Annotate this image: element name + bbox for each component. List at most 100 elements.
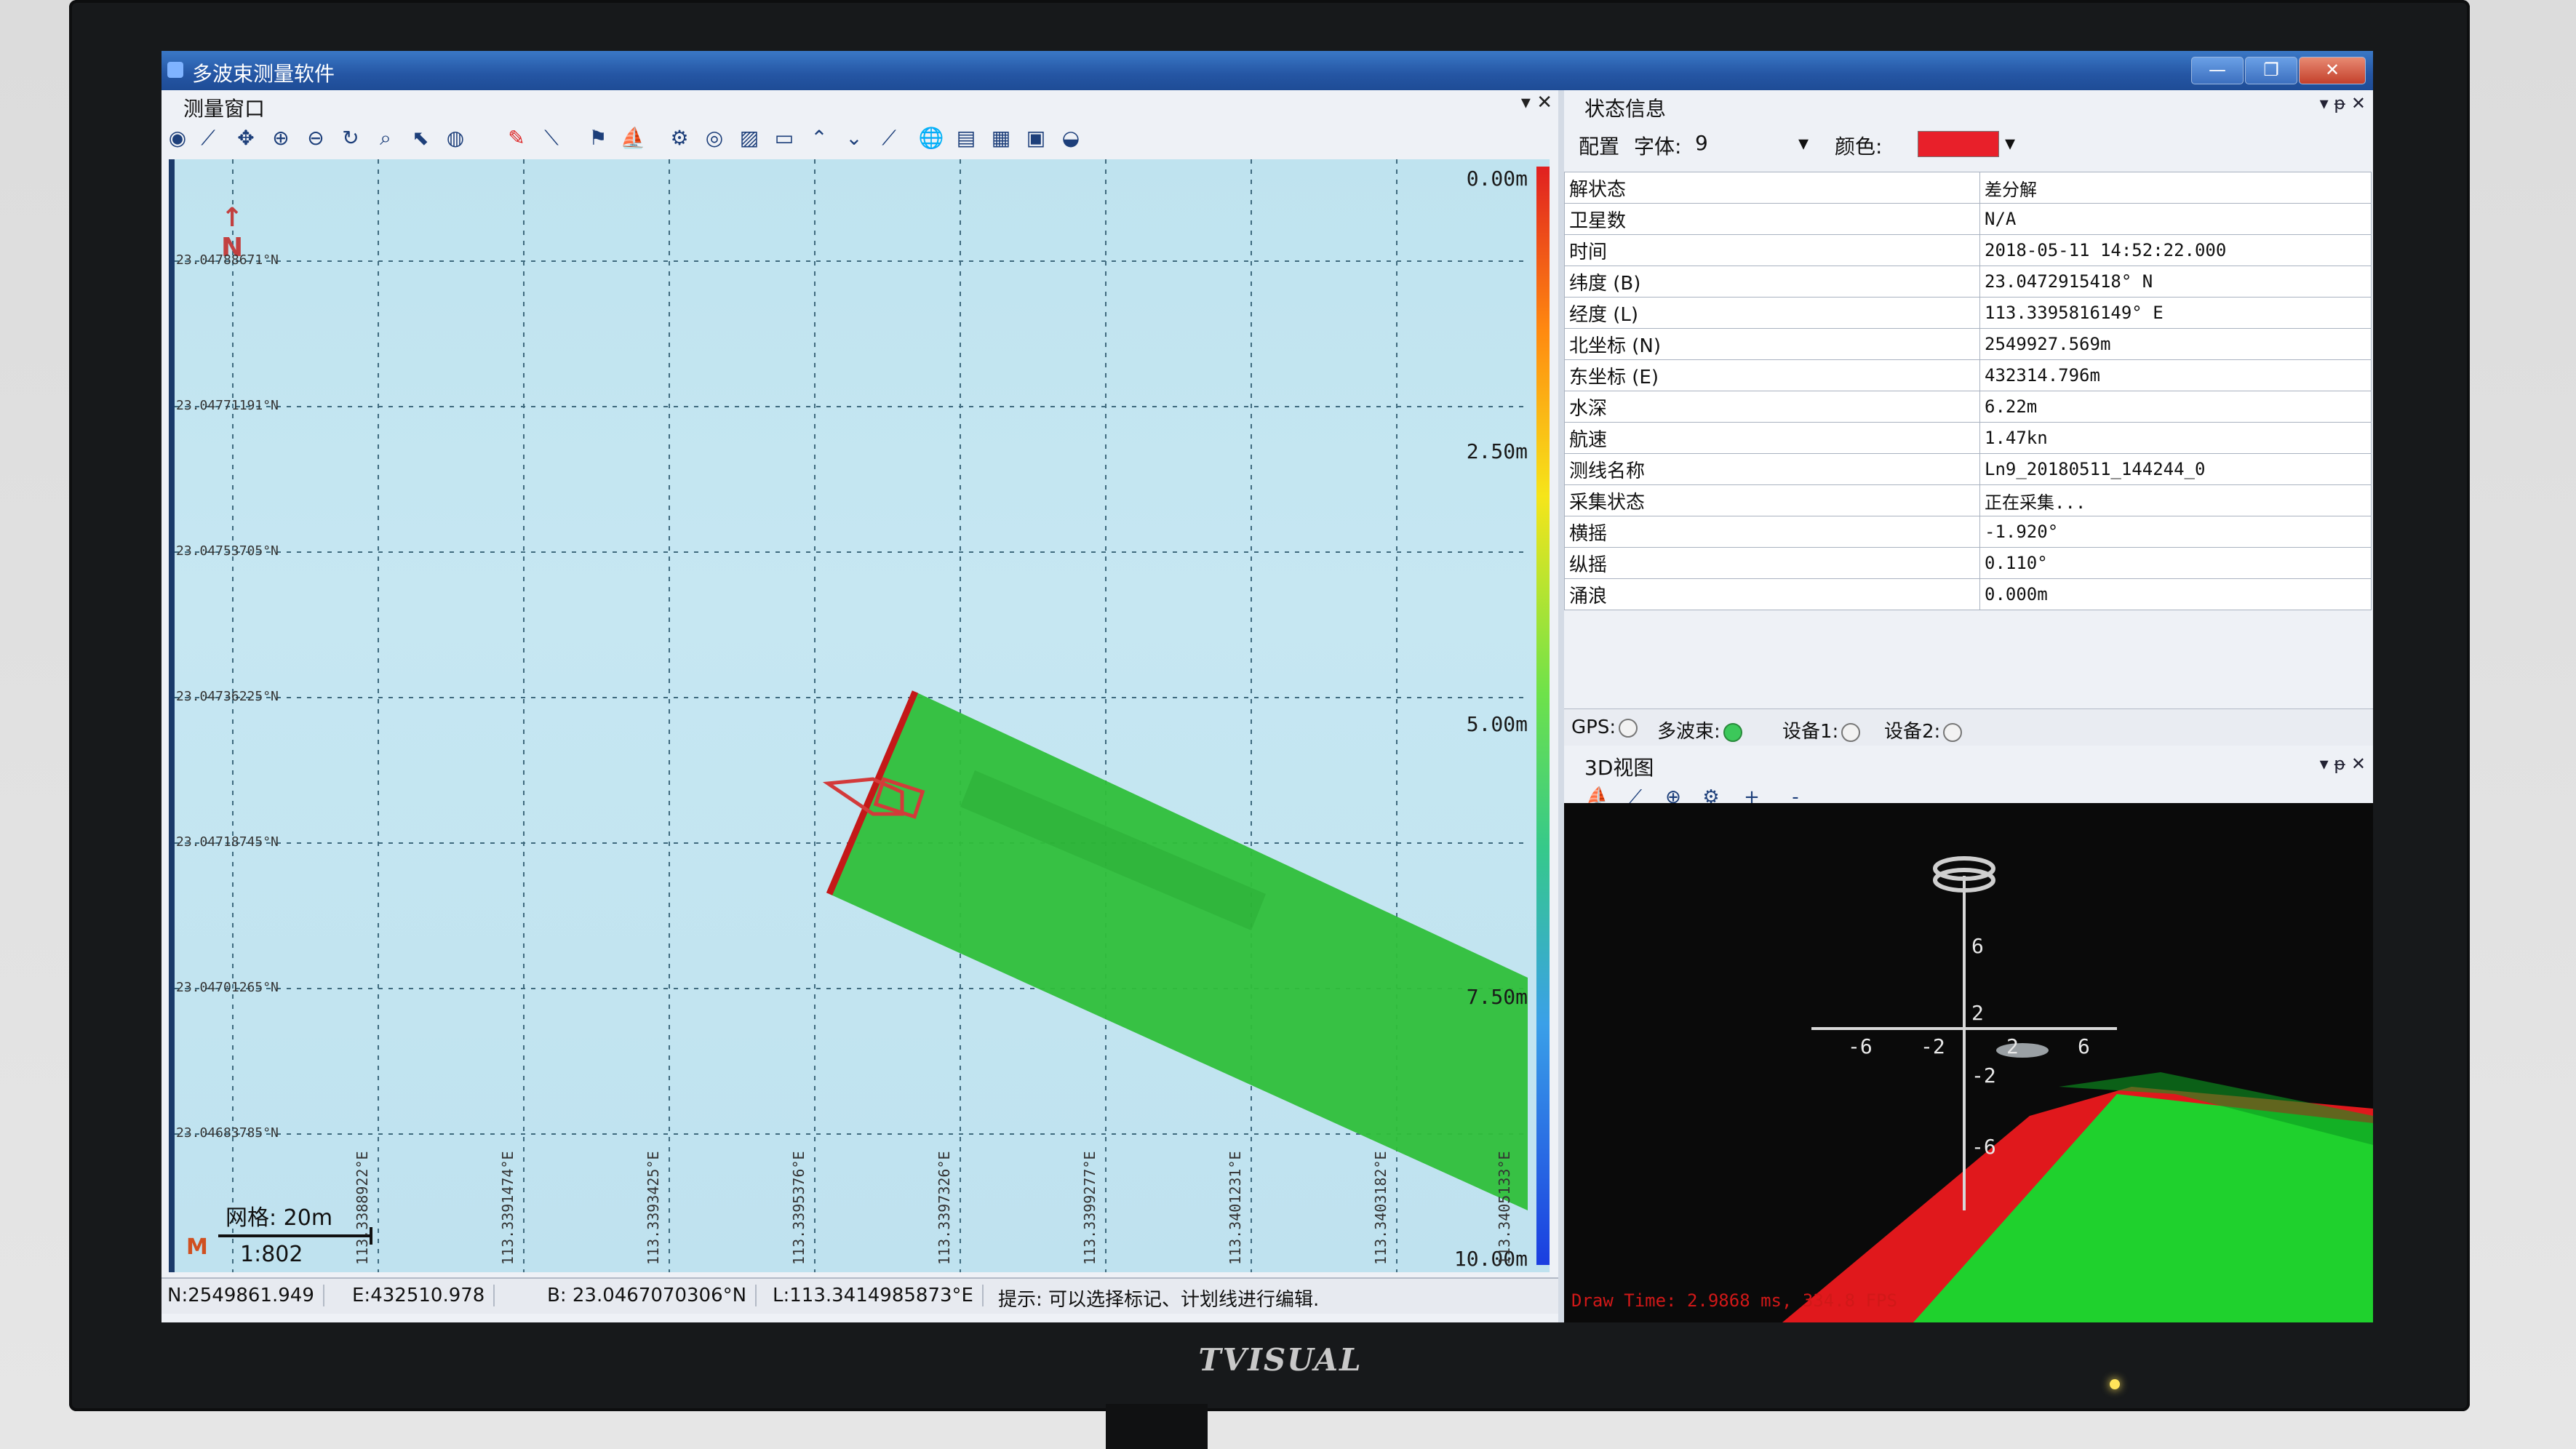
close-button[interactable]: ✕ bbox=[2299, 57, 2366, 84]
table-row: 水深 6.22m bbox=[1564, 391, 2372, 423]
scale-grid-label: 网格: 20m bbox=[226, 1205, 333, 1231]
table-row: 横摇 -1.920° bbox=[1564, 516, 2372, 548]
row-value: -1.920° bbox=[1979, 516, 2372, 548]
row-key: 涌浪 bbox=[1564, 578, 1980, 610]
pan-icon[interactable]: ✥ bbox=[233, 125, 259, 151]
status-light-icon bbox=[1723, 722, 1742, 742]
table-row: 解状态 差分解 bbox=[1564, 172, 2372, 204]
rotate-icon[interactable]: ↻ bbox=[338, 125, 364, 151]
target-icon[interactable]: ◎ bbox=[701, 125, 727, 151]
scale-mark: M bbox=[186, 1234, 208, 1260]
lon-label: 113.3401231°E bbox=[1227, 1151, 1244, 1265]
status-panel-controls[interactable]: ▾ ᵽ ✕ bbox=[2320, 93, 2366, 113]
row-key: 水深 bbox=[1564, 391, 1980, 423]
y-axis-label: 6 bbox=[1971, 934, 1984, 958]
depth-tick: 0.00m bbox=[1466, 167, 1528, 191]
pin-icon[interactable]: ✎ bbox=[503, 125, 530, 151]
hatch-icon[interactable]: ▨ bbox=[736, 125, 762, 151]
status-hint: 提示: 可以选择标记、计划线进行编辑. bbox=[998, 1289, 1320, 1311]
fps-readout: Draw Time: 2.9868 ms, 334.8 FPS bbox=[1571, 1290, 1897, 1311]
survey-map[interactable]: 0.00m 2.50m 5.00m 7.50m 10.00m ↑ N 23.047… bbox=[169, 159, 1550, 1272]
chevron-down-icon[interactable]: ▾ bbox=[2005, 131, 2015, 155]
record-icon[interactable]: ◉ bbox=[164, 125, 191, 151]
depth-tick: 5.00m bbox=[1466, 712, 1528, 736]
maximize-button[interactable]: ❐ bbox=[2245, 57, 2297, 84]
lat-label: 23.04753705°N bbox=[176, 543, 279, 559]
map-toolbar: ◉ ⟋ ✥ ⊕ ⊖ ↻ ⌕ ⬉ ◍ ✎ ⟍ ⚑ ⛵ ⚙ ◎ ▨ ▭ ⌃ ⌄ ⟋ … bbox=[162, 121, 1558, 157]
line-icon[interactable]: ⟋ bbox=[876, 125, 902, 151]
row-value: 0.110° bbox=[1979, 547, 2372, 579]
y-axis-label: 2 bbox=[1971, 1001, 1984, 1025]
lat-label: 23.04683785°N bbox=[176, 1125, 279, 1141]
rect-icon[interactable]: ▭ bbox=[771, 125, 797, 151]
device2-indicator: 设备2: bbox=[1884, 716, 1965, 743]
view3d-title: 3D视图 bbox=[1584, 756, 1654, 780]
x-axis-label: 2 bbox=[2006, 1034, 2019, 1058]
zoom-in-icon[interactable]: ⊕ bbox=[268, 125, 294, 151]
lon-label: 113.3405133°E bbox=[1496, 1151, 1513, 1265]
font-size-select[interactable]: 9 bbox=[1695, 131, 1708, 155]
down-icon[interactable]: ⌄ bbox=[841, 125, 867, 151]
view3d-controls[interactable]: ▾ ᵽ ✕ bbox=[2320, 754, 2366, 774]
app-icon bbox=[167, 62, 183, 78]
chevron-down-icon[interactable]: ▾ bbox=[1798, 131, 1809, 155]
status-light-icon bbox=[1619, 718, 1638, 738]
earth-icon[interactable]: 🌐 bbox=[918, 125, 944, 151]
x-axis-label: 6 bbox=[2078, 1034, 2090, 1058]
window-title: 多波束测量软件 bbox=[192, 62, 335, 86]
view3d-header: 3D视图 ▾ ᵽ ✕ bbox=[1564, 748, 2373, 781]
zoom-fit-icon[interactable]: ⌕ bbox=[372, 125, 399, 151]
table-row: 纬度 (B) 23.0472915418° N bbox=[1564, 266, 2372, 298]
ruler-icon[interactable]: ⟍ bbox=[538, 125, 565, 151]
device-status-row: GPS: 多波束: 设备1: 设备2: bbox=[1564, 708, 2373, 746]
row-value: 0.000m bbox=[1979, 578, 2372, 610]
ship-icon[interactable]: ⛵ bbox=[620, 125, 646, 151]
config-row: 配置 字体: 9 ▾ 颜色: ▾ bbox=[1564, 122, 2373, 166]
status-light-icon bbox=[1943, 722, 1963, 742]
settings-icon[interactable]: ⚙ bbox=[666, 125, 693, 151]
row-value: 113.3395816149° E bbox=[1979, 297, 2372, 329]
table-row: 东坐标 (E) 432314.796m bbox=[1564, 359, 2372, 391]
row-key: 纬度 (B) bbox=[1564, 266, 1980, 298]
lon-label: 113.3397326°E bbox=[936, 1151, 953, 1265]
globe-icon[interactable]: ◍ bbox=[442, 125, 468, 151]
measure-icon[interactable]: ⟋ bbox=[195, 125, 221, 151]
row-value: 432314.796m bbox=[1979, 359, 2372, 391]
minimize-button[interactable]: — bbox=[2191, 57, 2244, 84]
lat-label: 23.04718745°N bbox=[176, 834, 279, 850]
mark-icon[interactable]: ⚑ bbox=[585, 125, 611, 151]
depth-tick: 2.50m bbox=[1466, 439, 1528, 463]
disk-icon[interactable]: ◒ bbox=[1058, 125, 1084, 151]
panel-title: 测量窗口 bbox=[183, 97, 266, 121]
up-icon[interactable]: ⌃ bbox=[806, 125, 832, 151]
monitor-stand bbox=[1106, 1404, 1208, 1449]
row-key: 北坐标 (N) bbox=[1564, 328, 1980, 360]
monitor-icon[interactable]: ▣ bbox=[1023, 125, 1049, 151]
device1-indicator: 设备1: bbox=[1782, 716, 1863, 743]
lon-label: 113.3391474°E bbox=[499, 1151, 517, 1265]
row-value: Ln9_20180511_144244_0 bbox=[1979, 453, 2372, 485]
multibeam-indicator: 多波束: bbox=[1657, 716, 1745, 743]
zoom-out-icon[interactable]: ⊖ bbox=[303, 125, 329, 151]
view3d-canvas[interactable]: -6 -2 2 6 6 2 -2 -6 Draw Time: 2.9868 ms… bbox=[1564, 803, 2373, 1322]
lon-label: 113.3393425°E bbox=[645, 1151, 662, 1265]
row-key: 东坐标 (E) bbox=[1564, 359, 1980, 391]
color-label: 颜色: bbox=[1835, 135, 1883, 159]
select-icon[interactable]: ⬉ bbox=[407, 125, 434, 151]
x-axis-label: -6 bbox=[1848, 1034, 1873, 1058]
gps-indicator: GPS: bbox=[1571, 716, 1640, 738]
status-panel-title: 状态信息 bbox=[1584, 97, 1667, 121]
lat-label: 23.04701265°N bbox=[176, 980, 279, 995]
depth-colorbar bbox=[1536, 167, 1550, 1265]
status-bar: N:2549861.949 E:432510.978 B: 23.0467070… bbox=[162, 1277, 1558, 1314]
palette-icon[interactable]: ▦ bbox=[988, 125, 1014, 151]
table-row: 测线名称 Ln9_20180511_144244_0 bbox=[1564, 453, 2372, 485]
color-swatch[interactable] bbox=[1918, 131, 1999, 157]
lon-label: 113.3399277°E bbox=[1081, 1151, 1098, 1265]
table-row: 航速 1.47kn bbox=[1564, 422, 2372, 454]
panel-controls[interactable]: ▾ ✕ bbox=[1521, 92, 1552, 113]
layers-icon[interactable]: ▤ bbox=[953, 125, 979, 151]
depth-tick: 7.50m bbox=[1466, 985, 1528, 1009]
status-info-panel: 状态信息 ▾ ᵽ ✕ 配置 字体: 9 ▾ 颜色: ▾ 解状态 差分解 卫星数 N/… bbox=[1564, 90, 2373, 813]
row-value: N/A bbox=[1979, 203, 2372, 235]
